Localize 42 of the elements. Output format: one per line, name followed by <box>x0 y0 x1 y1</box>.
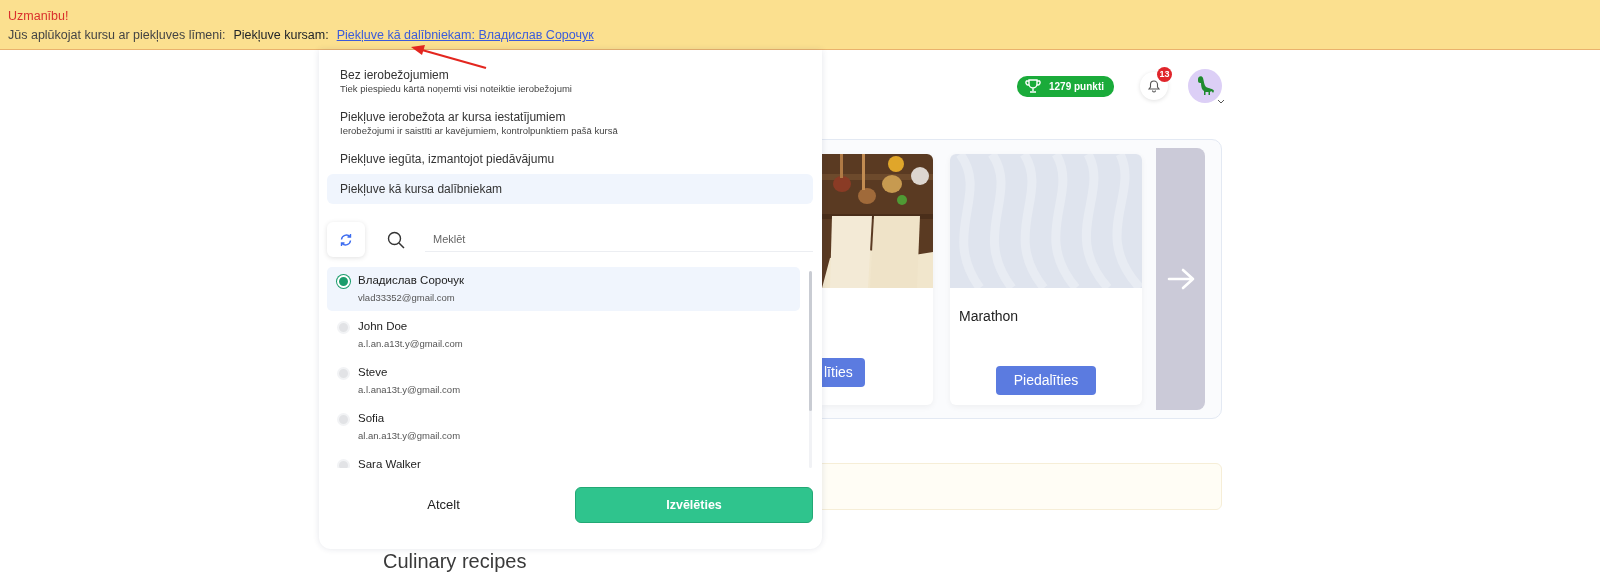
arrow-right-icon <box>1166 267 1195 291</box>
section-heading: Culinary recipes <box>383 551 528 571</box>
participant-email: a.l.ana13t.y@gmail.com <box>358 383 462 397</box>
radio-button[interactable] <box>337 367 350 380</box>
user-avatar[interactable] <box>1188 69 1222 103</box>
participant-name: Sara Walker <box>358 457 422 468</box>
bell-icon <box>1146 78 1162 94</box>
banner-label: Piekļuve kursam: <box>233 27 329 44</box>
access-option[interactable]: Piekļuve ierobežota ar kursa iestatījumiem Ierobežojumi ir saistīti ar kavējumiem, kontrolpunktiem pašā kursā <box>327 102 813 144</box>
notifications-button[interactable] <box>1140 72 1168 100</box>
warning-title: Uzmanību! <box>8 8 70 25</box>
participant-row[interactable]: Steve a.l.ana13t.y@gmail.com <box>327 359 800 403</box>
access-option[interactable]: Bez ierobežojumiem Tiek piespiedu kārtā noņemti visi noteiktie ierobežojumi <box>327 60 813 102</box>
access-option[interactable]: Piekļuve iegūta, izmantojot piedāvājumu <box>327 144 813 174</box>
participant-name: Steve <box>358 365 389 380</box>
participant-row[interactable]: Владислав Сорочук vlad33352@gmail.com <box>327 267 800 311</box>
radio-button[interactable] <box>337 413 350 426</box>
access-link[interactable]: Piekļuve kā dalībniekam: Владислав Сорочук <box>336 25 594 45</box>
participant-row[interactable]: Sara Walker <box>327 451 800 468</box>
participant-row[interactable]: Sofia al.an.a13t.y@gmail.com <box>327 405 800 449</box>
cancel-button[interactable]: Atcelt <box>327 487 560 523</box>
scrollbar[interactable] <box>809 271 812 468</box>
trophy-icon <box>1024 78 1041 94</box>
radio-button[interactable] <box>337 321 350 334</box>
chevron-icon <box>1217 98 1225 105</box>
join-button[interactable]: Piedalīties <box>995 365 1097 395</box>
refresh-button[interactable] <box>327 222 365 257</box>
search-icon <box>387 230 405 249</box>
participant-email: vlad33352@gmail.com <box>358 291 456 305</box>
participant-name: John Doe <box>358 319 409 334</box>
banner-text: Jūs aplūkojat kursu ar piekļuves līmeni: <box>8 27 226 44</box>
participant-email: a.l.an.a13t.y@gmail.com <box>358 337 464 351</box>
participant-email: al.an.a13t.y@gmail.com <box>358 429 462 443</box>
access-option[interactable]: Piekļuve kā kursa dalībniekam <box>327 174 813 204</box>
refresh-icon <box>339 232 353 247</box>
participant-name: Sofia <box>358 411 386 426</box>
participant-row[interactable]: John Doe a.l.an.a13t.y@gmail.com <box>327 313 800 357</box>
participant-name: Владислав Сорочук <box>358 273 466 288</box>
course-title: Marathon <box>958 306 1020 326</box>
next-button[interactable] <box>1156 148 1205 410</box>
join-button[interactable]: līties <box>822 357 865 387</box>
notification-count: 13 <box>1157 67 1172 82</box>
